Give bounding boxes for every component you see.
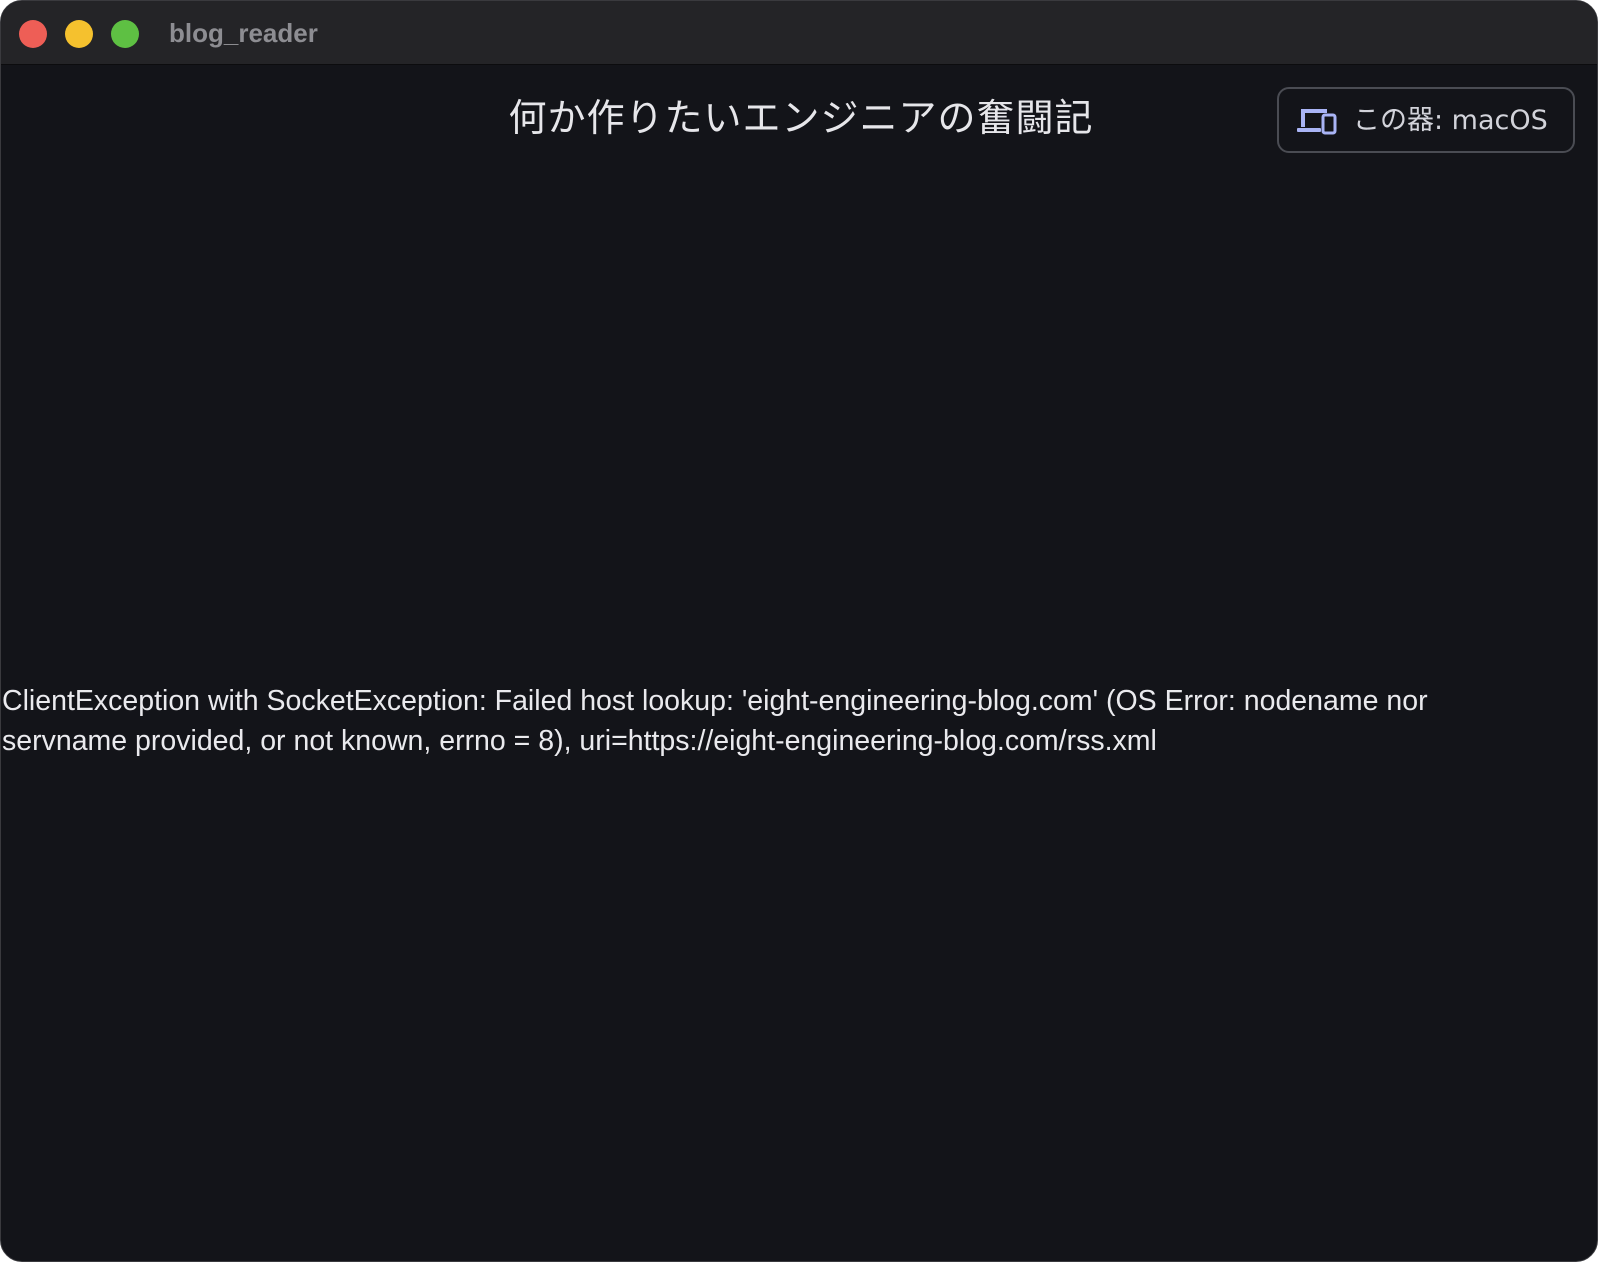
platform-switch-button[interactable]: この器: macOS (1277, 87, 1575, 153)
minimize-window-button[interactable] (65, 20, 93, 48)
window-title: blog_reader (169, 18, 318, 48)
devices-icon (1297, 109, 1337, 135)
app-window: blog_reader 何か作りたいエンジニアの奮闘記 この器: macOS C… (0, 0, 1598, 1262)
app-bar: 何か作りたいエンジニアの奮闘記 この器: macOS (1, 65, 1597, 177)
title-bar[interactable]: blog_reader (1, 1, 1597, 65)
error-message-line-1: ClientException with SocketException: Fa… (2, 685, 1428, 717)
error-message-line-2: servname provided, or not known, errno =… (2, 725, 1157, 757)
platform-button-label: この器: macOS (1353, 105, 1548, 136)
close-window-button[interactable] (19, 20, 47, 48)
error-message: ClientException with SocketException: Fa… (2, 681, 1572, 761)
zoom-window-button[interactable] (111, 20, 139, 48)
